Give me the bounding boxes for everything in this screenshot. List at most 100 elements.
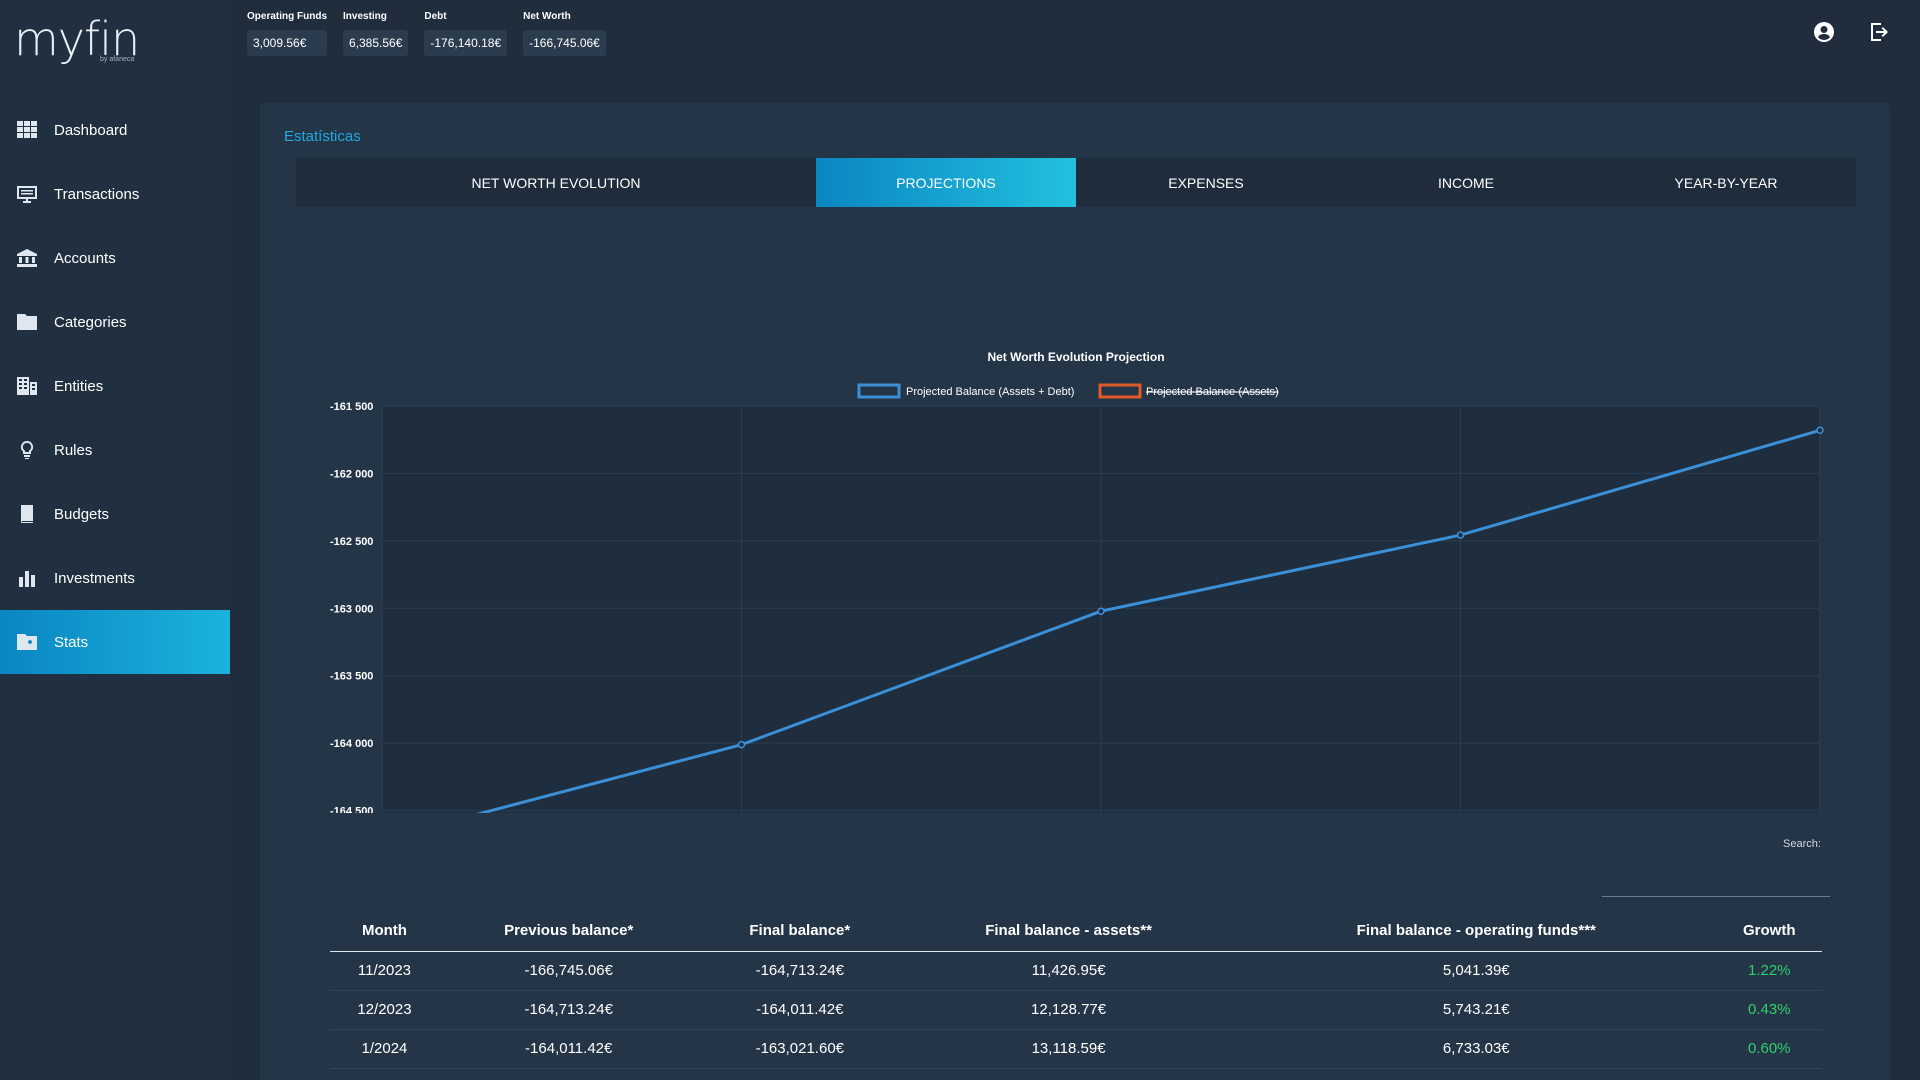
tab-projections[interactable]: PROJECTIONS: [816, 158, 1076, 207]
column-header-growth[interactable]: Growth: [1716, 911, 1822, 952]
tab-income[interactable]: INCOME: [1336, 158, 1596, 207]
chart-y-tick-label: -161 500: [330, 401, 373, 413]
summary-value: 3,009.56€: [247, 30, 327, 56]
cell-final-balance-assets: 12,128.77€: [901, 990, 1237, 1030]
building-icon: [16, 376, 38, 396]
cell-final-balance-operating-funds: 6,733.03€: [1236, 1029, 1717, 1069]
sidebar-item-label: Categories: [54, 313, 127, 331]
cell-final-balance-assets: 11,426.95€: [901, 951, 1237, 991]
sidebar-item-label: Budgets: [54, 505, 110, 523]
column-header-month[interactable]: Month: [330, 911, 439, 952]
table-row: 1/2024 -164,011.42€ -163,021.60€ 13,118.…: [330, 1029, 1822, 1069]
chart-data-point: [737, 740, 746, 749]
app-logo-subtitle: by afaneca: [100, 56, 135, 63]
legend-swatch-assets[interactable]: [1098, 383, 1142, 399]
summary-operating-funds: Operating Funds 3,009.56€: [247, 11, 327, 56]
summary-value: -176,140.18€: [424, 30, 508, 56]
column-header-previous-balance[interactable]: Previous balance*: [438, 911, 699, 952]
table-header-row: Month Previous balance* Final balance* F…: [330, 911, 1822, 952]
page-title: Estatísticas: [284, 128, 361, 145]
tab-year-by-year[interactable]: YEAR-BY-YEAR: [1596, 158, 1856, 207]
chart-y-tick-label: -163 000: [330, 603, 373, 615]
table-search-input[interactable]: [1602, 896, 1830, 897]
cell-growth: 0.60%: [1716, 1029, 1822, 1069]
column-header-final-balance-assets[interactable]: Final balance - assets**: [901, 911, 1237, 952]
cell-month: 11/2023: [330, 951, 439, 991]
cell-final-balance: -164,713.24€: [698, 951, 902, 991]
cell-growth: 1.22%: [1716, 951, 1822, 991]
sidebar-item-budgets[interactable]: Budgets: [0, 482, 230, 546]
column-header-final-balance-operating-funds[interactable]: Final balance - operating funds***: [1236, 911, 1717, 952]
transactions-list-icon: [16, 184, 38, 204]
chart-y-tick-label: -163 500: [330, 671, 373, 683]
cell-final-balance: -164,011.42€: [698, 990, 902, 1030]
summary-debt: Debt -176,140.18€: [424, 11, 508, 56]
cell-growth: 0.43%: [1716, 990, 1822, 1030]
sidebar-item-accounts[interactable]: Accounts: [0, 226, 230, 290]
summary-net-worth: Net Worth -166,745.06€: [523, 11, 606, 56]
projections-table: Month Previous balance* Final balance* F…: [330, 911, 1822, 1069]
chart-y-tick-label: -162 500: [330, 536, 373, 548]
summary-value: 6,385.56€: [343, 30, 409, 56]
cell-final-balance-assets: 13,118.59€: [901, 1029, 1237, 1069]
sidebar-item-categories[interactable]: Categories: [0, 290, 230, 354]
chart-title: Net Worth Evolution Projection: [987, 350, 1164, 364]
sidebar-item-stats[interactable]: Stats: [0, 610, 230, 674]
summary-label: Debt: [424, 11, 447, 22]
sidebar-item-investments[interactable]: Investments: [0, 546, 230, 610]
stats-tabs: NET WORTH EVOLUTION PROJECTIONS EXPENSES…: [296, 158, 1856, 207]
sidebar: myfin by afaneca Dashboard Transactions …: [0, 0, 230, 1080]
table-search-label: Search:: [1783, 838, 1821, 850]
chart-y-axis: -161 500 -162 000 -162 500 -163 000 -163 500…: [330, 401, 373, 885]
chart-data-point: [1097, 607, 1105, 615]
sidebar-item-label: Accounts: [54, 249, 116, 267]
dashboard-grid-icon: [16, 120, 38, 140]
tab-expenses[interactable]: EXPENSES: [1076, 158, 1336, 207]
sidebar-item-label: Investments: [54, 569, 135, 587]
sidebar-item-entities[interactable]: Entities: [0, 354, 230, 418]
sidebar-item-rules[interactable]: Rules: [0, 418, 230, 482]
chart-legend: Projected Balance (Assets + Debt) Projec…: [857, 383, 1279, 399]
cell-previous-balance: -164,011.42€: [438, 1029, 699, 1069]
sidebar-item-transactions[interactable]: Transactions: [0, 162, 230, 226]
legend-label-assets[interactable]: Projected Balance (Assets): [1146, 386, 1279, 398]
cell-final-balance: -163,021.60€: [698, 1029, 902, 1069]
chart-data-point: [1816, 426, 1824, 435]
stats-card: Estatísticas NET WORTH EVOLUTION PROJECT…: [260, 103, 1890, 1080]
cell-final-balance-operating-funds: 5,041.39€: [1236, 951, 1717, 991]
table-row: 11/2023 -166,745.06€ -164,713.24€ 11,426…: [330, 951, 1822, 991]
book-icon: [16, 504, 38, 524]
tab-net-worth-evolution[interactable]: NET WORTH EVOLUTION: [296, 158, 816, 207]
sidebar-item-label: Transactions: [54, 185, 140, 203]
table-row: 12/2023 -164,713.24€ -164,011.42€ 12,128…: [330, 990, 1822, 1030]
summary-investing: Investing 6,385.56€: [343, 11, 409, 56]
column-header-final-balance[interactable]: Final balance*: [698, 911, 902, 952]
app-logo[interactable]: myfin: [14, 12, 140, 72]
logout-icon[interactable]: [1868, 20, 1892, 49]
summary-label: Net Worth: [523, 11, 571, 22]
balance-summary: Operating Funds 3,009.56€ Investing 6,38…: [247, 11, 614, 56]
summary-label: Operating Funds: [247, 11, 327, 22]
sidebar-item-label: Rules: [54, 441, 93, 459]
chart-y-tick-label: -164 000: [330, 738, 373, 750]
cell-previous-balance: -166,745.06€: [438, 951, 699, 991]
projection-chart-svg: Net Worth Evolution Projection Projected…: [330, 350, 1838, 901]
chart-y-tick-label: -162 000: [330, 468, 373, 480]
sidebar-item-label: Entities: [54, 377, 104, 395]
folder-user-icon: [16, 632, 38, 652]
sidebar-item-label: Stats: [54, 633, 89, 651]
sidebar-item-dashboard[interactable]: Dashboard: [0, 98, 230, 162]
sidebar-item-label: Dashboard: [54, 121, 128, 139]
legend-swatch-assets-debt[interactable]: [857, 383, 901, 399]
legend-label-assets-debt[interactable]: Projected Balance (Assets + Debt): [906, 386, 1074, 398]
cell-final-balance-operating-funds: 5,743.21€: [1236, 990, 1717, 1030]
user-account-icon[interactable]: [1812, 20, 1836, 49]
header-actions: [1812, 20, 1892, 49]
cell-previous-balance: -164,713.24€: [438, 990, 699, 1030]
projection-chart: Net Worth Evolution Projection Projected…: [296, 233, 1856, 901]
lightbulb-icon: [16, 440, 38, 460]
bar-chart-icon: [16, 568, 38, 588]
sidebar-nav: Dashboard Transactions Accounts Categori…: [0, 98, 230, 674]
cell-month: 1/2024: [330, 1029, 439, 1069]
cell-month: 12/2023: [330, 990, 439, 1030]
